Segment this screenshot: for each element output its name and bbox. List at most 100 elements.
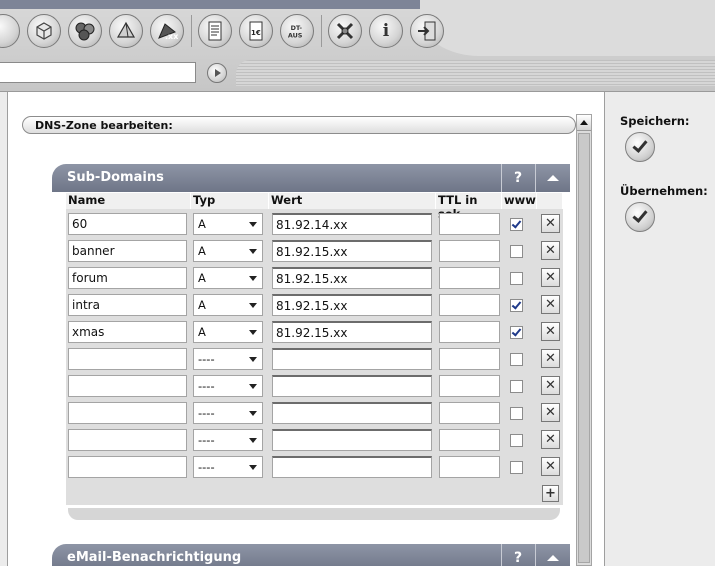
delete-row-button[interactable]: ✕ (541, 457, 560, 476)
name-input[interactable] (68, 375, 187, 397)
scroll-up-button[interactable] (577, 115, 591, 131)
www-checkbox[interactable] (510, 218, 523, 231)
invoice-icon[interactable]: 1€ (239, 14, 273, 48)
dropdown-arrow-icon (249, 276, 257, 281)
name-input[interactable]: 60 (68, 213, 187, 235)
apply-label: Übernehmen: (620, 184, 708, 198)
delete-row-button[interactable]: ✕ (541, 430, 560, 449)
email-collapse-button[interactable] (535, 544, 570, 566)
www-checkbox[interactable] (510, 380, 523, 393)
delete-row-button[interactable]: ✕ (541, 322, 560, 341)
dropdown-arrow-icon (249, 465, 257, 470)
subdomains-help-button[interactable]: ? (501, 164, 534, 192)
name-input[interactable]: intra (68, 294, 187, 316)
name-input[interactable] (68, 348, 187, 370)
typ-select[interactable]: A (193, 294, 263, 316)
typ-select[interactable]: ---- (193, 456, 263, 478)
dropdown-arrow-icon (249, 303, 257, 308)
email-title: eMail-Benachrichtigung (67, 550, 242, 565)
domain-xx-icon[interactable]: .xx (150, 14, 184, 48)
box-icon[interactable] (27, 14, 61, 48)
typ-select[interactable]: A (193, 213, 263, 235)
typ-value: ---- (198, 379, 215, 393)
wert-input[interactable]: 81.92.15.xx (272, 321, 432, 343)
cubes-icon[interactable] (68, 14, 102, 48)
delete-row-button[interactable]: ✕ (541, 268, 560, 287)
name-input[interactable]: banner (68, 240, 187, 262)
ttl-input[interactable] (439, 375, 500, 397)
ttl-input[interactable] (439, 213, 500, 235)
delete-row-button[interactable]: ✕ (541, 295, 560, 314)
www-checkbox[interactable] (510, 434, 523, 447)
delete-row-button[interactable]: ✕ (541, 214, 560, 233)
typ-select[interactable]: A (193, 267, 263, 289)
delete-row-button[interactable]: ✕ (541, 241, 560, 260)
partial-icon[interactable] (0, 14, 20, 48)
play-icon (215, 69, 221, 77)
dropdown-arrow-icon (249, 222, 257, 227)
delete-row-button[interactable]: ✕ (541, 376, 560, 395)
ttl-input[interactable] (439, 267, 500, 289)
save-label: Speichern: (620, 114, 690, 128)
pyramid-icon[interactable] (109, 14, 143, 48)
wert-input[interactable]: 81.92.15.xx (272, 294, 432, 316)
typ-select[interactable]: ---- (193, 375, 263, 397)
zone-title: DNS-Zone bearbeiten: (22, 116, 576, 134)
www-checkbox[interactable] (510, 326, 523, 339)
typ-select[interactable]: ---- (193, 429, 263, 451)
wert-input[interactable]: 81.92.14.xx (272, 213, 432, 235)
typ-select[interactable]: A (193, 240, 263, 262)
scroll-thumb[interactable] (578, 133, 590, 563)
actions-panel: Speichern: Übernehmen: (606, 92, 715, 566)
www-checkbox[interactable] (510, 461, 523, 474)
delete-row-button[interactable]: ✕ (541, 349, 560, 368)
subdomains-header: Sub-Domains ? (52, 164, 570, 192)
ttl-input[interactable] (439, 348, 500, 370)
wert-input[interactable] (272, 429, 432, 451)
vertical-scrollbar[interactable] (576, 114, 592, 566)
toolbar-separator (191, 15, 192, 47)
save-button[interactable] (625, 132, 655, 162)
www-checkbox[interactable] (510, 299, 523, 312)
name-input[interactable]: forum (68, 267, 187, 289)
typ-select[interactable]: A (193, 321, 263, 343)
wert-input[interactable] (272, 348, 432, 370)
apply-button[interactable] (625, 202, 655, 232)
exit-icon[interactable] (410, 14, 444, 48)
ttl-input[interactable] (439, 402, 500, 424)
ttl-input[interactable] (439, 456, 500, 478)
dtaus-icon[interactable]: DT- AUS (280, 14, 314, 48)
name-input[interactable] (68, 402, 187, 424)
table-row: forum A 81.92.15.xx ✕ (66, 263, 563, 290)
dropdown-arrow-icon (249, 411, 257, 416)
ttl-input[interactable] (439, 294, 500, 316)
name-input[interactable]: xmas (68, 321, 187, 343)
wert-input[interactable] (272, 456, 432, 478)
subdomains-collapse-button[interactable] (535, 164, 570, 192)
typ-select[interactable]: ---- (193, 348, 263, 370)
add-row-button[interactable]: + (542, 485, 559, 502)
go-button[interactable] (207, 63, 227, 83)
document-icon[interactable] (198, 14, 232, 48)
ttl-input[interactable] (439, 429, 500, 451)
tools-icon[interactable] (328, 14, 362, 48)
name-input[interactable] (68, 429, 187, 451)
www-checkbox[interactable] (510, 245, 523, 258)
typ-value: A (198, 217, 206, 231)
email-help-button[interactable]: ? (501, 544, 534, 566)
typ-select[interactable]: ---- (193, 402, 263, 424)
wert-input[interactable] (272, 375, 432, 397)
wert-input[interactable]: 81.92.15.xx (272, 267, 432, 289)
address-field[interactable] (0, 62, 196, 83)
wert-input[interactable]: 81.92.15.xx (272, 240, 432, 262)
delete-row-button[interactable]: ✕ (541, 403, 560, 422)
info-icon[interactable]: i (369, 14, 403, 48)
ttl-input[interactable] (439, 240, 500, 262)
www-checkbox[interactable] (510, 353, 523, 366)
ttl-input[interactable] (439, 321, 500, 343)
checkmark-icon (632, 207, 648, 223)
name-input[interactable] (68, 456, 187, 478)
www-checkbox[interactable] (510, 407, 523, 420)
wert-input[interactable] (272, 402, 432, 424)
www-checkbox[interactable] (510, 272, 523, 285)
